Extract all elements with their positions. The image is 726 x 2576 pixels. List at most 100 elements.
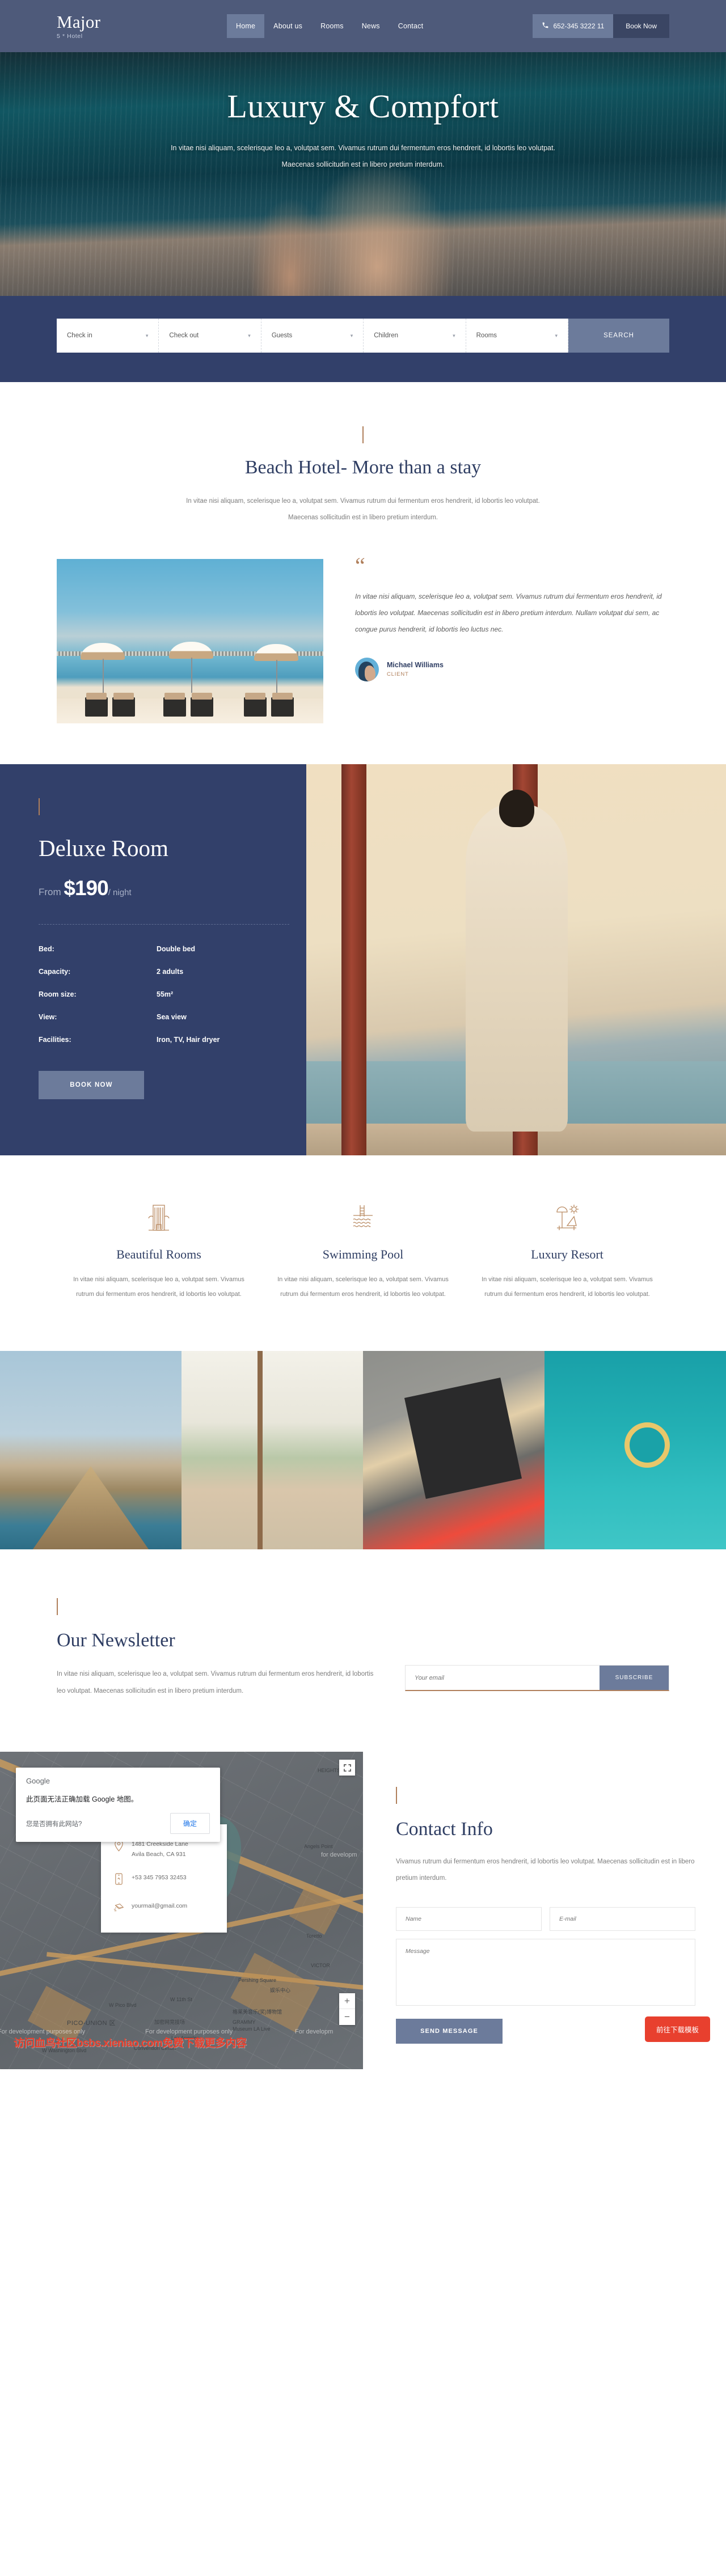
header-actions: 652-345 3222 11 Book Now (533, 14, 669, 38)
spec-value-view: Sea view (157, 1012, 187, 1021)
google-error-message: 此页面无法正确加载 Google 地图。 (26, 1795, 138, 1803)
features-section: Beautiful Rooms In vitae nisi aliquam, s… (57, 1155, 669, 1351)
room-spec-table: Bed: Double bed Capacity: 2 adults Room … (39, 945, 289, 1044)
avatar (355, 657, 379, 681)
newsletter-text: In vitae nisi aliquam, scelerisque leo a… (57, 1671, 374, 1694)
feature-text: In vitae nisi aliquam, scelerisque leo a… (277, 1276, 449, 1298)
google-maps-error-dialog: Google 此页面无法正确加载 Google 地图。 您是否拥有此网站? 确定 (16, 1768, 220, 1842)
chevron-down-icon: ▾ (145, 332, 149, 338)
map-label: Toretto (306, 1933, 322, 1939)
email-text: yourmail@gmail.com (132, 1902, 188, 1909)
brand-subtitle: 5 * Hotel (57, 32, 83, 40)
map-fullscreen-button[interactable] (339, 1760, 355, 1776)
contact-message-textarea[interactable] (396, 1938, 695, 2006)
hero-subtitle-line-1: In vitae nisi aliquam, scelerisque leo a… (171, 144, 555, 152)
nav-item-contact[interactable]: Contact (389, 14, 432, 38)
room-book-now-button[interactable]: BOOK NOW (39, 1070, 144, 1099)
map-label: GRAMMY (233, 2019, 256, 2025)
download-template-button[interactable]: 前往下载模板 (644, 2016, 710, 2042)
nav-item-rooms[interactable]: Rooms (311, 14, 353, 38)
contact-name-input[interactable] (396, 1906, 542, 1931)
map-zoom-in-button[interactable]: + (339, 1993, 355, 2009)
hero-section: Luxury & Compfort In vitae nisi aliquam,… (0, 52, 726, 296)
divider (39, 923, 289, 925)
spec-value-capacity: 2 adults (157, 967, 184, 976)
feature-title: Swimming Pool (322, 1247, 404, 1261)
list-item: +53 345 7953 32453 (113, 1872, 214, 1888)
table-row: View: Sea view (39, 1013, 289, 1021)
google-error-ok-button[interactable]: 确定 (170, 1813, 210, 1834)
search-field-children-label: Children (374, 332, 399, 339)
phone-button[interactable]: 652-345 3222 11 (533, 14, 614, 38)
book-now-button[interactable]: Book Now (613, 14, 669, 38)
accent-tick (57, 1598, 58, 1616)
feature-text: In vitae nisi aliquam, scelerisque leo a… (482, 1276, 653, 1298)
testimonial-text: In vitae nisi aliquam, scelerisque leo a… (355, 592, 662, 634)
subscribe-button[interactable]: SUBSCRIBE (600, 1666, 669, 1690)
accent-tick (362, 426, 364, 443)
chevron-down-icon: ▾ (248, 332, 251, 338)
room-title: Deluxe Room (39, 834, 168, 861)
google-error-question: 您是否拥有此网站? (26, 1820, 82, 1828)
feature-text: In vitae nisi aliquam, scelerisque leo a… (73, 1276, 244, 1298)
watermark-text: 访问血鸟社区bsbs.xieniao.com免费下载更多内容 (14, 2037, 247, 2049)
newsletter-email-input[interactable] (406, 1666, 600, 1690)
room-price-per: / night (108, 887, 132, 897)
phone-number: 652-345 3222 11 (553, 22, 605, 30)
search-field-check-out[interactable]: Check out ▾ (159, 319, 261, 353)
map-dev-note: For developm (295, 2028, 334, 2035)
nav-item-home[interactable]: Home (227, 14, 265, 38)
contact-title: Contact Info (396, 1819, 493, 1840)
quote-mark-icon: “ (355, 552, 365, 578)
map-zoom-controls: + − (339, 1993, 355, 2025)
search-button[interactable]: SEARCH (568, 319, 670, 353)
send-message-button[interactable]: SEND MESSAGE (396, 2018, 503, 2044)
room-price-prefix: From (39, 886, 61, 897)
intro-line-1: In vitae nisi aliquam, scelerisque leo a… (186, 498, 540, 505)
map-label: 加密网竞技场 (154, 2019, 185, 2025)
phone-text: +53 345 7953 32453 (132, 1874, 187, 1881)
search-field-check-in-label: Check in (67, 332, 92, 339)
brand[interactable]: Major 5 * Hotel (57, 13, 227, 40)
spec-key-capacity: Capacity: (39, 967, 71, 976)
search-field-guests[interactable]: Guests ▾ (261, 319, 364, 353)
map-label: VICTOR (311, 1963, 330, 1968)
search-field-check-out-label: Check out (169, 332, 199, 339)
nav-item-news[interactable]: News (353, 14, 389, 38)
map-label: PICO-UNION 区 (67, 2020, 116, 2027)
search-field-guests-label: Guests (271, 332, 293, 339)
map-label: 娱乐中心 (270, 1988, 291, 1993)
spec-value-facilities: Iron, TV, Hair dryer (157, 1035, 220, 1044)
hero-title: Luxury & Compfort (227, 88, 499, 125)
contact-email-input[interactable] (550, 1906, 695, 1931)
contact-text: Vivamus rutrum dui fermentum eros hendre… (396, 1858, 695, 1882)
map[interactable]: HEIGHTS Angels Point Pershing Square 娱乐中… (0, 1752, 363, 2069)
feature-title: Beautiful Rooms (116, 1247, 201, 1261)
spec-key-room-size: Room size: (39, 990, 77, 998)
search-field-check-in[interactable]: Check in ▾ (57, 319, 159, 353)
gallery-image-2[interactable] (182, 1351, 363, 1550)
swimming-pool-icon (277, 1200, 449, 1232)
contact-section: HEIGHTS Angels Point Pershing Square 娱乐中… (0, 1752, 726, 2069)
google-brand-label: Google (26, 1777, 50, 1785)
search-field-children[interactable]: Children ▾ (364, 319, 466, 353)
testimonial-author-role: CLIENT (387, 671, 409, 678)
search-field-rooms[interactable]: Rooms ▾ (466, 319, 569, 353)
site-header: Major 5 * Hotel Home About us Rooms News… (0, 0, 726, 52)
spec-key-facilities: Facilities: (39, 1035, 71, 1044)
spec-key-bed: Bed: (39, 944, 54, 953)
gallery-image-3[interactable] (363, 1351, 544, 1550)
spec-key-view: View: (39, 1012, 57, 1021)
nav-item-about-us[interactable]: About us (264, 14, 311, 38)
gallery-image-4[interactable] (544, 1351, 726, 1550)
booking-search-bar: Check in ▾ Check out ▾ Guests ▾ Children… (57, 319, 670, 353)
room-photo (306, 764, 726, 1155)
map-zoom-out-button[interactable]: − (339, 2009, 355, 2025)
gallery-image-1[interactable] (0, 1351, 182, 1550)
spec-value-room-size: 55m² (157, 990, 174, 998)
map-label: HEIGHTS (318, 1768, 341, 1773)
beach-photo (57, 558, 323, 723)
map-label: Pershing Square (238, 1977, 277, 1983)
table-row: Facilities: Iron, TV, Hair dryer (39, 1036, 289, 1044)
list-item: yourmail@gmail.com (113, 1901, 214, 1917)
